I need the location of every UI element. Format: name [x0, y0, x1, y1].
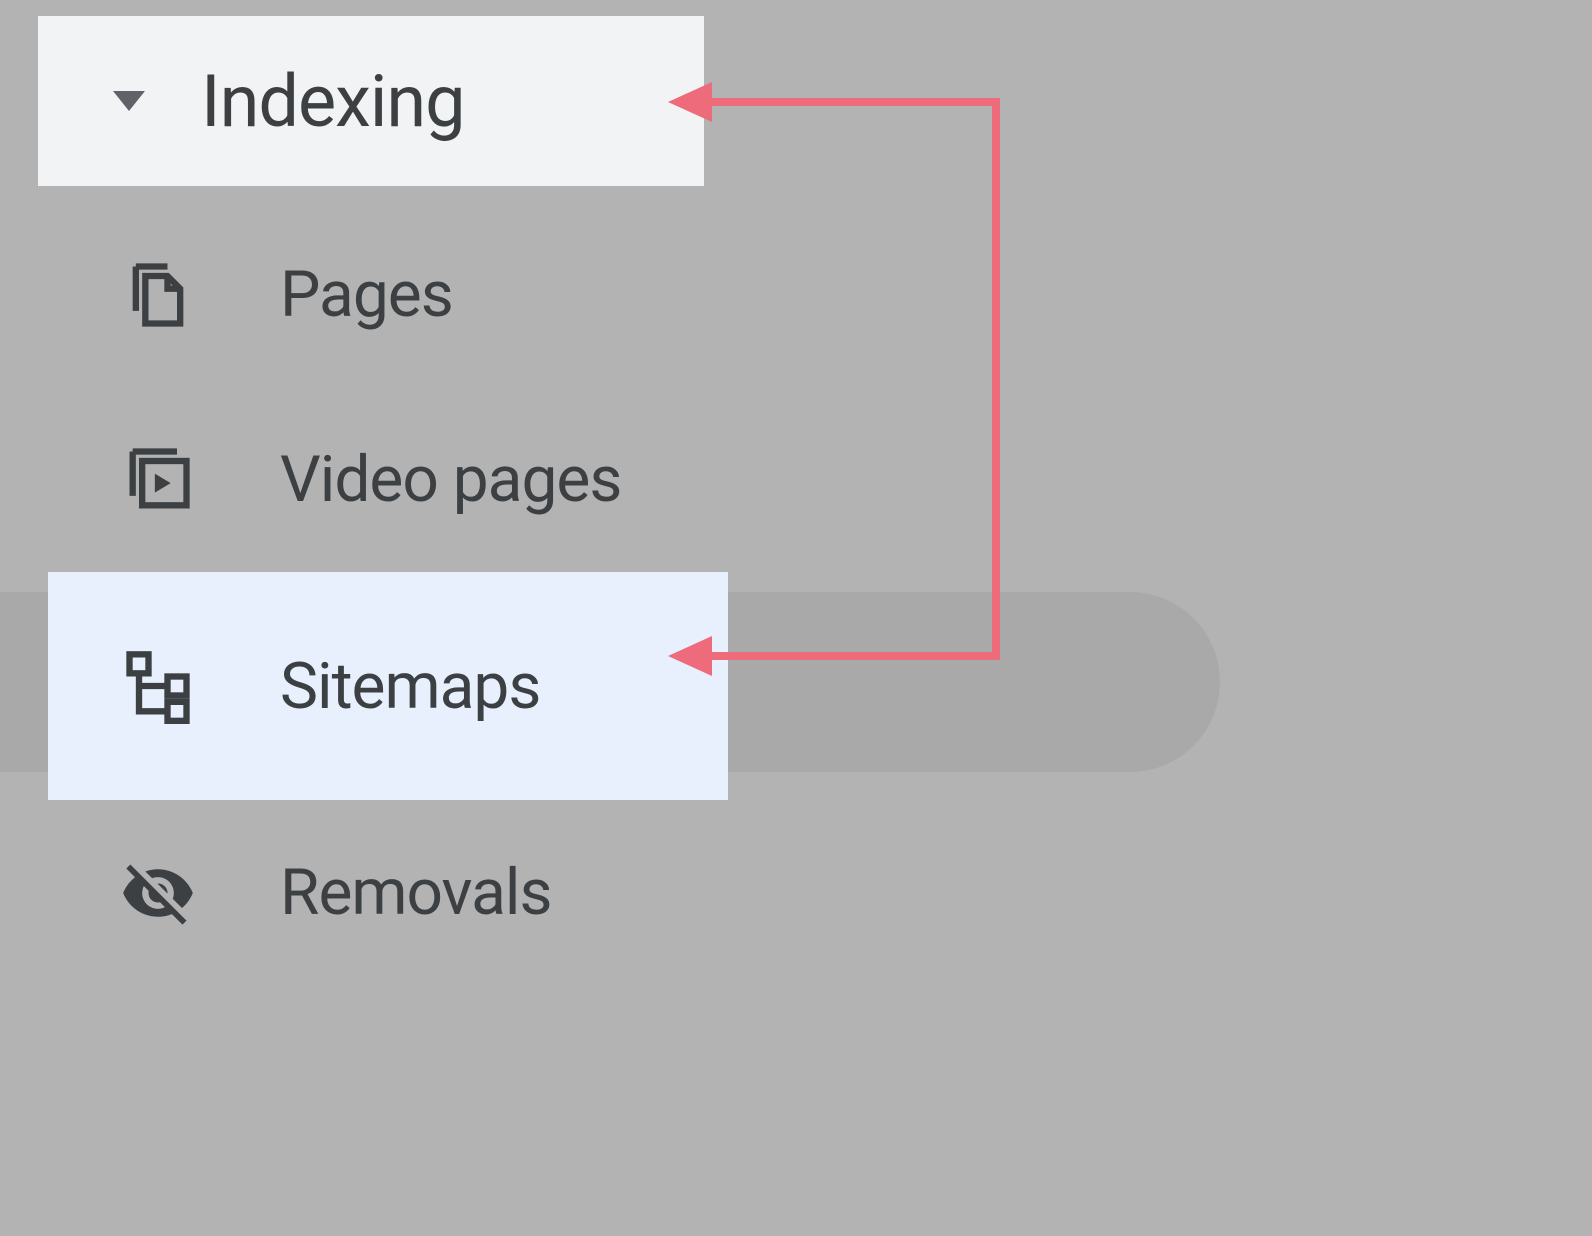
sidebar-item-pages[interactable]: Pages — [0, 202, 1592, 387]
sidebar-item-video-pages[interactable]: Video pages — [0, 387, 1592, 572]
sidebar-item-sitemaps[interactable]: Sitemaps — [48, 572, 728, 800]
nav-label-pages: Pages — [280, 257, 453, 332]
nav-label-video-pages: Video pages — [280, 442, 621, 517]
video-pages-icon — [120, 442, 196, 518]
sidebar-item-removals[interactable]: Removals — [0, 800, 1592, 985]
removals-icon — [120, 855, 196, 931]
nav-label-removals: Removals — [280, 855, 551, 930]
section-header-indexing[interactable]: Indexing — [38, 16, 704, 186]
pages-icon — [120, 257, 196, 333]
sidebar-item-sitemaps-wrapper: Sitemaps — [0, 572, 1592, 800]
chevron-down-icon — [113, 91, 145, 111]
section-title: Indexing — [201, 59, 465, 144]
sidebar-nav: Indexing Pages Video pages — [0, 0, 1592, 985]
nav-label-sitemaps: Sitemaps — [280, 649, 540, 724]
sitemaps-icon — [120, 648, 196, 724]
